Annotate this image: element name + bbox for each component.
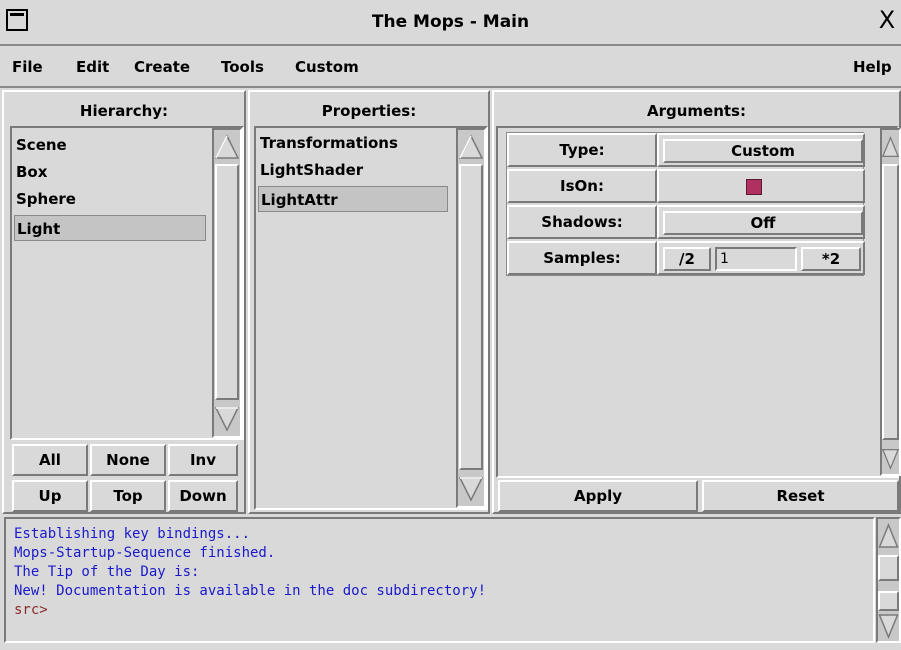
list-item[interactable]: Scene: [14, 132, 206, 158]
arguments-panel: Arguments: Type: Custom IsOn: Shadows: O…: [492, 90, 901, 514]
list-item[interactable]: LightShader: [258, 157, 448, 183]
ison-cell: [657, 169, 865, 203]
scroll-up-icon[interactable]: [878, 521, 899, 551]
hierarchy-list[interactable]: Scene Box Sphere Light: [10, 126, 244, 440]
hierarchy-scrollbar[interactable]: [212, 128, 242, 438]
menu-custom[interactable]: Custom: [295, 46, 359, 88]
go-down-button[interactable]: Down: [168, 480, 238, 512]
shadows-cell: Off: [657, 205, 865, 239]
ison-label: IsOn:: [507, 169, 657, 203]
console-line: New! Documentation is available in the d…: [14, 583, 487, 599]
scroll-thumb[interactable]: [215, 164, 239, 400]
menu-create[interactable]: Create: [134, 46, 190, 88]
samples-halve-button[interactable]: /2: [663, 247, 711, 271]
list-item-selected[interactable]: Light: [14, 215, 206, 241]
scroll-thumb[interactable]: [882, 164, 899, 440]
apply-button[interactable]: Apply: [498, 480, 698, 512]
menu-file[interactable]: File: [12, 46, 43, 88]
reset-button[interactable]: Reset: [702, 480, 899, 512]
list-item[interactable]: Transformations: [258, 130, 448, 156]
scroll-up-icon[interactable]: [458, 132, 484, 162]
list-item-selected[interactable]: LightAttr: [258, 186, 448, 212]
arguments-scrollbar[interactable]: [880, 128, 901, 476]
type-menu-button[interactable]: Custom: [663, 139, 863, 163]
select-none-button[interactable]: None: [90, 444, 166, 476]
scroll-thumb[interactable]: [878, 555, 899, 581]
menu-tools[interactable]: Tools: [221, 46, 264, 88]
properties-panel: Properties: Transformations LightShader …: [248, 90, 490, 514]
shadows-menu-button[interactable]: Off: [663, 211, 863, 235]
scroll-thumb[interactable]: [459, 164, 483, 470]
console-output[interactable]: Establishing key bindings... Mops-Startu…: [4, 517, 875, 643]
samples-label: Samples:: [507, 241, 657, 275]
scroll-down-icon[interactable]: [882, 444, 899, 474]
hierarchy-header: Hierarchy:: [79, 102, 169, 120]
scroll-down-icon[interactable]: [458, 474, 484, 504]
properties-header: Properties:: [321, 102, 417, 120]
console-scrollbar[interactable]: [876, 517, 901, 643]
window-menu-icon[interactable]: [6, 9, 28, 31]
type-label: Type:: [507, 133, 657, 167]
properties-scrollbar[interactable]: [456, 128, 486, 508]
close-icon[interactable]: X: [874, 8, 900, 34]
arguments-area: Type: Custom IsOn: Shadows: Off Samples:…: [496, 126, 901, 478]
scroll-thumb-lower[interactable]: [878, 591, 899, 611]
console-line: Mops-Startup-Sequence finished.: [14, 545, 276, 561]
arguments-header: Arguments:: [646, 102, 746, 120]
scroll-up-icon[interactable]: [214, 132, 240, 162]
samples-double-button[interactable]: *2: [801, 247, 861, 271]
go-top-button[interactable]: Top: [90, 480, 166, 512]
properties-list[interactable]: Transformations LightShader LightAttr: [254, 126, 488, 510]
list-item[interactable]: Box: [14, 159, 206, 185]
go-up-button[interactable]: Up: [12, 480, 88, 512]
menu-edit[interactable]: Edit: [76, 46, 109, 88]
invert-selection-button[interactable]: Inv: [168, 444, 238, 476]
samples-cell: /2 1 *2: [657, 241, 865, 275]
console-line: Establishing key bindings...: [14, 526, 251, 542]
samples-input[interactable]: 1: [715, 247, 797, 271]
console-line: The Tip of the Day is:: [14, 564, 200, 580]
shadows-label: Shadows:: [507, 205, 657, 239]
window-title: The Mops - Main: [371, 12, 530, 32]
ison-checkbox[interactable]: [746, 179, 762, 195]
console-prompt[interactable]: src>: [14, 601, 48, 620]
scroll-down-icon[interactable]: [878, 611, 899, 641]
arguments-table: Type: Custom IsOn: Shadows: Off Samples:…: [506, 132, 865, 276]
list-item[interactable]: Sphere: [14, 186, 206, 212]
select-all-button[interactable]: All: [12, 444, 88, 476]
title-bar: The Mops - Main X: [0, 0, 901, 46]
scroll-up-icon[interactable]: [882, 132, 899, 162]
menu-bar: File Edit Create Tools Custom Help: [0, 46, 901, 88]
hierarchy-panel: Hierarchy: Scene Box Sphere Light All No…: [2, 90, 246, 514]
type-cell: Custom: [657, 133, 865, 167]
scroll-down-icon[interactable]: [214, 404, 240, 434]
menu-help[interactable]: Help: [853, 46, 892, 88]
